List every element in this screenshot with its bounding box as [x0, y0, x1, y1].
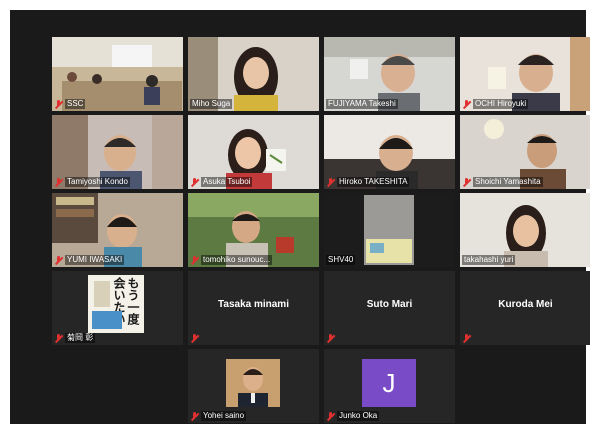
- name-label: [462, 334, 471, 343]
- muted-mic-icon: [190, 334, 199, 343]
- muted-mic-icon: [190, 177, 199, 187]
- name-label: FUJIYAMA Takeshi: [326, 99, 398, 109]
- name-label: Miho Suga: [190, 99, 233, 109]
- participant-tile-ssc[interactable]: SSC: [52, 37, 183, 111]
- name-label: tomohiko sunouc...: [190, 255, 273, 265]
- name-label: SSC: [54, 99, 86, 109]
- muted-mic-icon: [54, 99, 63, 109]
- name-label: Junko Oka: [326, 411, 380, 421]
- participant-name: Hiroko TAKESHITA: [337, 177, 410, 187]
- profile-photo: [226, 359, 280, 407]
- avatar: J: [362, 359, 416, 407]
- muted-mic-icon: [462, 177, 471, 187]
- name-label: Tamiyoshi Kondo: [54, 177, 130, 187]
- participant-name: Shoichi Yamashita: [473, 177, 543, 187]
- name-label: OCHI Hiroyuki: [462, 99, 529, 109]
- name-label: YUMI IWASAKI: [54, 255, 125, 265]
- participant-name: OCHI Hiroyuki: [473, 99, 529, 109]
- participant-name: Yohei saino: [201, 411, 247, 421]
- participant-name: 菊岡 彰: [65, 333, 96, 343]
- name-label: 菊岡 彰: [54, 333, 96, 343]
- participant-tile-kikuoka[interactable]: もう一度会いたい 菊岡 彰: [52, 271, 183, 345]
- participant-name: YUMI IWASAKI: [65, 255, 125, 265]
- participant-name: Junko Oka: [337, 411, 380, 421]
- participant-name-center: Kuroda Mei: [498, 299, 553, 310]
- participant-name-center: Suto Mari: [366, 299, 413, 310]
- video-gallery: SSC Miho Suga FUJIYAMA Takeshi OCHI Hiro…: [10, 10, 590, 424]
- participant-tile-shoichi-yamashita[interactable]: Shoichi Yamashita: [460, 115, 590, 189]
- muted-mic-icon: [326, 411, 335, 421]
- participant-tile-takahashi-yuri[interactable]: takahashi yuri: [460, 193, 590, 267]
- participant-tile-tamiyoshi-kondo[interactable]: Tamiyoshi Kondo: [52, 115, 183, 189]
- participant-tile-hiroko-takeshita[interactable]: Hiroko TAKESHITA: [324, 115, 455, 189]
- muted-mic-icon: [326, 177, 335, 187]
- name-label: Yohei saino: [190, 411, 247, 421]
- muted-mic-icon: [462, 334, 471, 343]
- participant-name: SHV40: [326, 255, 356, 265]
- participant-name: Miho Suga: [190, 99, 233, 109]
- participant-tile-tasaka-minami[interactable]: Tasaka minami: [188, 271, 319, 345]
- participant-tile-yohei-saino[interactable]: Yohei saino: [188, 349, 319, 423]
- participant-name: tomohiko sunouc...: [201, 255, 273, 265]
- participant-tile-yumi-iwasaki[interactable]: YUMI IWASAKI: [52, 193, 183, 267]
- participant-name: Tamiyoshi Kondo: [65, 177, 130, 187]
- name-label: Shoichi Yamashita: [462, 177, 543, 187]
- name-label: SHV40: [326, 255, 356, 265]
- muted-mic-icon: [462, 99, 471, 109]
- participant-name: Asuka Tsuboi: [201, 177, 253, 187]
- muted-mic-icon: [54, 333, 63, 343]
- participant-tile-fujiyama-takeshi[interactable]: FUJIYAMA Takeshi: [324, 37, 455, 111]
- name-label: takahashi yuri: [462, 255, 516, 265]
- muted-mic-icon: [54, 177, 63, 187]
- participant-name: FUJIYAMA Takeshi: [326, 99, 398, 109]
- participant-name: takahashi yuri: [462, 255, 516, 265]
- participant-name: SSC: [65, 99, 86, 109]
- name-label: [190, 334, 199, 343]
- participant-name-center: Tasaka minami: [218, 299, 289, 310]
- participant-tile-ochi-hiroyuki[interactable]: OCHI Hiroyuki: [460, 37, 590, 111]
- name-label: [326, 334, 335, 343]
- participant-tile-tomohiko-sunouchi[interactable]: tomohiko sunouc...: [188, 193, 319, 267]
- participant-tile-shv40[interactable]: SHV40: [324, 193, 455, 267]
- participant-tile-suto-mari[interactable]: Suto Mari: [324, 271, 455, 345]
- muted-mic-icon: [190, 255, 199, 265]
- muted-mic-icon: [190, 411, 199, 421]
- participant-tile-asuka-tsuboi[interactable]: Asuka Tsuboi: [188, 115, 319, 189]
- muted-mic-icon: [326, 334, 335, 343]
- name-label: Hiroko TAKESHITA: [326, 177, 410, 187]
- participant-tile-kuroda-mei[interactable]: Kuroda Mei: [460, 271, 590, 345]
- participant-tile-miho-suga[interactable]: Miho Suga: [188, 37, 319, 111]
- name-label: Asuka Tsuboi: [190, 177, 253, 187]
- book-cover-image: もう一度会いたい: [88, 275, 144, 333]
- muted-mic-icon: [54, 255, 63, 265]
- participant-tile-junko-oka[interactable]: J Junko Oka: [324, 349, 455, 423]
